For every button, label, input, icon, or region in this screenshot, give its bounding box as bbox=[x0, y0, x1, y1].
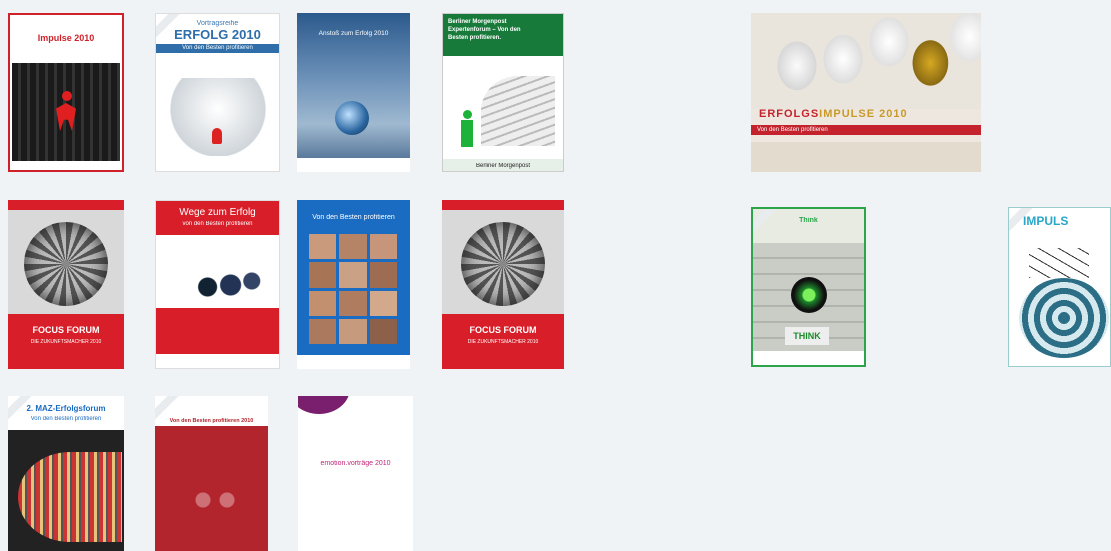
faces-grid-image bbox=[309, 234, 397, 344]
spheres-image bbox=[180, 263, 272, 303]
thumb-title: Impulse 2010 bbox=[37, 33, 95, 43]
thumb-title: emotion.vorträge 2010 bbox=[320, 460, 391, 467]
thumb-title: Vortragsreihe bbox=[196, 20, 239, 27]
thumb-besten-profitieren-2010[interactable]: Von den Besten profitieren 2010 bbox=[155, 396, 268, 551]
thumb-think[interactable]: Think THINK bbox=[751, 207, 866, 367]
thumb-subtitle: von den Besten profitieren bbox=[182, 221, 253, 227]
sponsor-logos-strip bbox=[751, 142, 981, 172]
darts-icon bbox=[1029, 248, 1089, 278]
think-badge: THINK bbox=[785, 327, 829, 345]
thumb-title: Berliner Morgenpost Expertenforum – Von … bbox=[448, 19, 521, 41]
thumb-top-bar bbox=[442, 200, 564, 210]
thumb-wege-zum-erfolg[interactable]: Wege zum Erfolg von den Besten profitier… bbox=[155, 200, 280, 369]
featured-subtitle: Von den Besten profitieren bbox=[757, 127, 828, 133]
thumb-subtitle: DIE ZUKUNFTSMACHER 2010 bbox=[30, 339, 102, 345]
featured-title-suffix: IMPULSE 2010 bbox=[819, 108, 908, 120]
featured-title-prefix: ERFOLGS bbox=[759, 108, 820, 120]
thumb-title: 2. MAZ-Erfolgsforum bbox=[26, 404, 106, 413]
thumb-title: Wege zum Erfolg bbox=[179, 207, 256, 218]
thumb-title: Von den Besten profitieren 2010 bbox=[169, 418, 254, 424]
target-image bbox=[1019, 278, 1109, 358]
thumb-von-den-besten[interactable]: Von den Besten profitieren bbox=[297, 200, 410, 369]
thumb-impulse-2010[interactable]: Impulse 2010 bbox=[8, 13, 124, 172]
red-figure-icon bbox=[56, 91, 78, 131]
silhouettes-image bbox=[185, 488, 245, 548]
thumb-erfolg-2010[interactable]: Vortragsreihe ERFOLG 2010 Von den Besten… bbox=[155, 13, 280, 172]
faces-mosaic-image bbox=[18, 452, 122, 542]
thumb-subtitle: DIE ZUKUNFTSMACHER 2010 bbox=[467, 339, 539, 345]
thumb-title: FOCUS FORUM bbox=[469, 325, 537, 335]
thumb-maz-erfolgsforum[interactable]: 2. MAZ-Erfolgsforum Von den Besten profi… bbox=[8, 396, 124, 551]
thumb-title: Anstoß zum Erfolg 2010 bbox=[318, 30, 389, 37]
eggs-image bbox=[751, 13, 981, 109]
thumb-footer: Berliner Morgenpost bbox=[475, 163, 531, 169]
thumb-subtitle: Von den Besten profitieren bbox=[30, 416, 102, 422]
staircase-image bbox=[481, 76, 555, 146]
thumb-top-bar bbox=[8, 200, 124, 210]
faces-sphere-image bbox=[461, 222, 545, 306]
faces-sphere-image bbox=[24, 222, 108, 306]
bowling-pins-image bbox=[170, 78, 266, 156]
featured-erfolgsimpulse-banner[interactable]: ERFOLGSIMPULSE 2010 Von den Besten profi… bbox=[751, 13, 981, 172]
thumb-title: Think bbox=[799, 217, 818, 224]
lightbulb-icon bbox=[791, 277, 827, 313]
featured-title: ERFOLGSIMPULSE 2010 bbox=[759, 108, 908, 120]
thumb-title-2: ERFOLG 2010 bbox=[174, 27, 261, 42]
thumb-impuls[interactable]: IMPULS bbox=[1008, 207, 1111, 367]
thumb-berliner-morgenpost[interactable]: Berliner Morgenpost Expertenforum – Von … bbox=[442, 13, 564, 172]
thumb-title: IMPULS bbox=[1023, 214, 1069, 228]
thumb-focus-forum-2[interactable]: FOCUS FORUM DIE ZUKUNFTSMACHER 2010 bbox=[442, 200, 564, 369]
thumb-title: FOCUS FORUM bbox=[32, 325, 100, 335]
green-figure-icon bbox=[461, 110, 473, 148]
thumb-title: Von den Besten profitieren bbox=[312, 214, 395, 221]
globe-image bbox=[335, 101, 369, 135]
thumb-subtitle: Von den Besten profitieren bbox=[182, 45, 253, 51]
purple-arc-decoration bbox=[298, 396, 350, 414]
thumb-emotion-vortraege[interactable]: emotion.vorträge 2010 bbox=[298, 396, 413, 551]
thumb-focus-forum[interactable]: FOCUS FORUM DIE ZUKUNFTSMACHER 2010 bbox=[8, 200, 124, 369]
crowd-image bbox=[12, 63, 120, 161]
thumb-anstoss-zum-erfolg[interactable]: Anstoß zum Erfolg 2010 bbox=[297, 13, 410, 172]
